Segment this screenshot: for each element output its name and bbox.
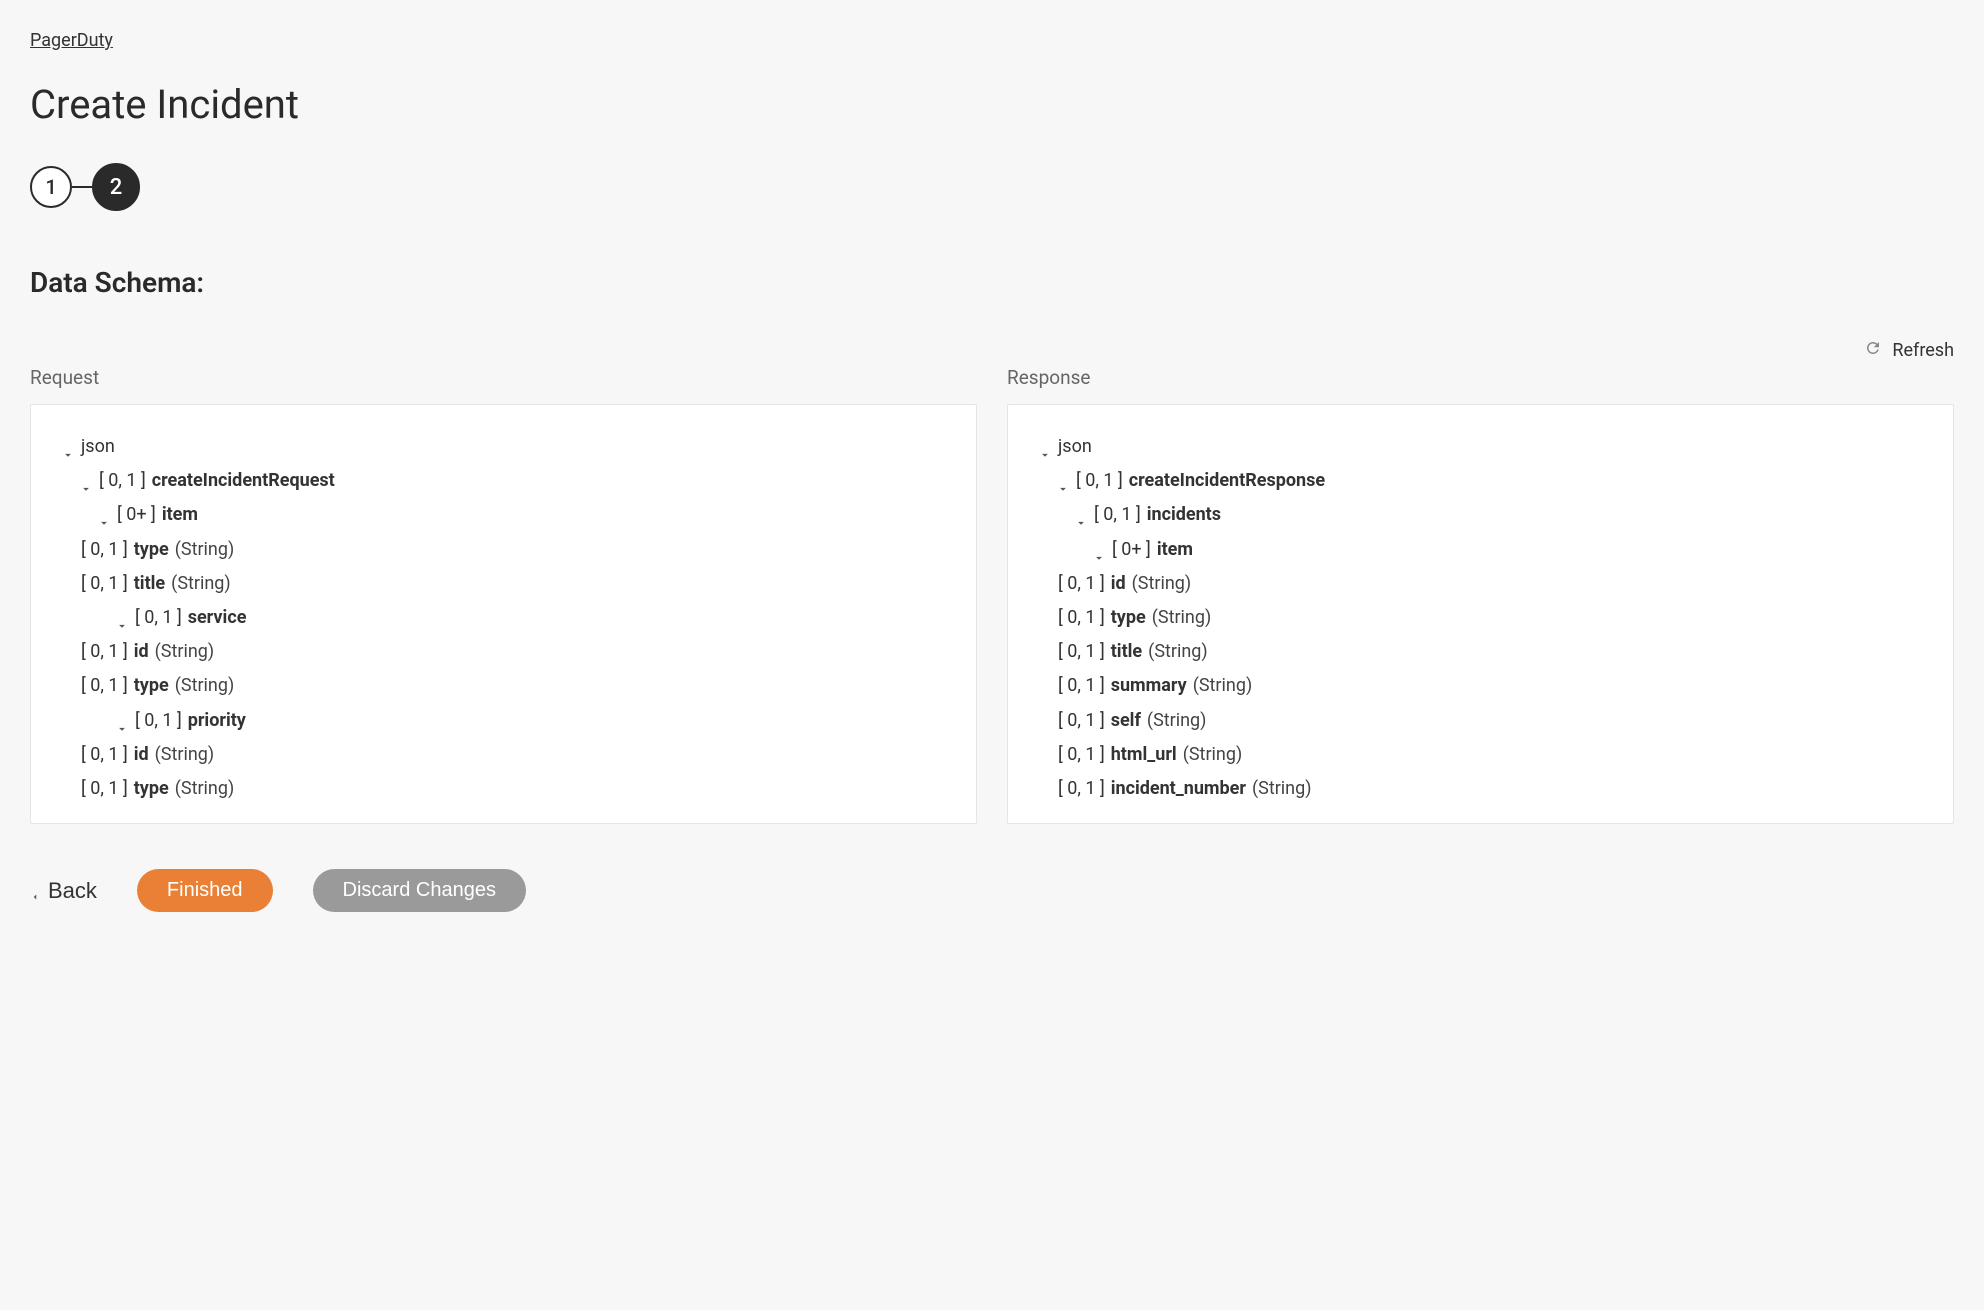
tree-node-type[interactable]: [ 0, 1 ] type (String) — [61, 533, 946, 567]
back-label: Back — [48, 878, 97, 904]
request-schema-box: json [ 0, 1 ] createIncidentRequest [ 0+… — [30, 404, 977, 824]
tree-node-incidents[interactable]: [ 0, 1 ] incidents — [1038, 498, 1923, 532]
step-indicator: 1 2 — [30, 163, 1954, 211]
tree-node-json[interactable]: json — [61, 430, 946, 464]
tree-node-title[interactable]: [ 0, 1 ] title (String) — [1038, 635, 1923, 669]
chevron-left-icon — [30, 884, 40, 898]
chevron-down-icon — [1038, 440, 1052, 454]
tree-node-createIncidentResponse[interactable]: [ 0, 1 ] createIncidentResponse — [1038, 464, 1923, 498]
chevron-down-icon — [97, 508, 111, 522]
tree-node-id[interactable]: [ 0, 1 ] id (String) — [1038, 567, 1923, 601]
request-header: Request — [30, 366, 977, 389]
tree-node-type[interactable]: [ 0, 1 ] type (String) — [1038, 601, 1923, 635]
refresh-label: Refresh — [1892, 340, 1954, 361]
response-header: Response — [1007, 366, 1954, 389]
tree-node-incident-number[interactable]: [ 0, 1 ] incident_number (String) — [1038, 772, 1923, 806]
tree-node-priority-type[interactable]: [ 0, 1 ] type (String) — [61, 772, 946, 806]
chevron-down-icon — [61, 440, 75, 454]
tree-node-service[interactable]: [ 0, 1 ] service — [61, 601, 946, 635]
tree-node-createIncidentRequest[interactable]: [ 0, 1 ] createIncidentRequest — [61, 464, 946, 498]
breadcrumb[interactable]: PagerDuty — [30, 30, 113, 51]
chevron-down-icon — [115, 714, 129, 728]
refresh-button[interactable]: Refresh — [30, 339, 1954, 361]
refresh-icon — [1864, 339, 1882, 361]
tree-node-html-url[interactable]: [ 0, 1 ] html_url (String) — [1038, 738, 1923, 772]
tree-node-item[interactable]: [ 0+ ] item — [1038, 533, 1923, 567]
request-column: Request json [ 0, 1 ] createIncidentRequ… — [30, 366, 977, 824]
tree-node-json[interactable]: json — [1038, 430, 1923, 464]
tree-node-title[interactable]: [ 0, 1 ] title (String) — [61, 567, 946, 601]
footer-actions: Back Finished Discard Changes — [30, 869, 1954, 912]
discard-changes-button[interactable]: Discard Changes — [313, 869, 526, 912]
tree-node-self[interactable]: [ 0, 1 ] self (String) — [1038, 704, 1923, 738]
chevron-down-icon — [79, 474, 93, 488]
response-schema-box: json [ 0, 1 ] createIncidentResponse [ 0… — [1007, 404, 1954, 824]
chevron-down-icon — [1074, 508, 1088, 522]
tree-node-service-type[interactable]: [ 0, 1 ] type (String) — [61, 669, 946, 703]
tree-node-item[interactable]: [ 0+ ] item — [61, 498, 946, 532]
step-1[interactable]: 1 — [30, 166, 72, 208]
back-button[interactable]: Back — [30, 878, 97, 904]
section-title: Data Schema: — [30, 266, 1954, 299]
step-2[interactable]: 2 — [92, 163, 140, 211]
tree-node-summary[interactable]: [ 0, 1 ] summary (String) — [1038, 669, 1923, 703]
tree-node-priority[interactable]: [ 0, 1 ] priority — [61, 704, 946, 738]
response-column: Response json [ 0, 1 ] createIncidentRes… — [1007, 366, 1954, 824]
step-connector — [72, 186, 92, 188]
chevron-down-icon — [115, 611, 129, 625]
tree-node-service-id[interactable]: [ 0, 1 ] id (String) — [61, 635, 946, 669]
chevron-down-icon — [1092, 543, 1106, 557]
chevron-down-icon — [1056, 474, 1070, 488]
tree-node-priority-id[interactable]: [ 0, 1 ] id (String) — [61, 738, 946, 772]
finished-button[interactable]: Finished — [137, 869, 273, 912]
page-title: Create Incident — [30, 81, 1954, 128]
